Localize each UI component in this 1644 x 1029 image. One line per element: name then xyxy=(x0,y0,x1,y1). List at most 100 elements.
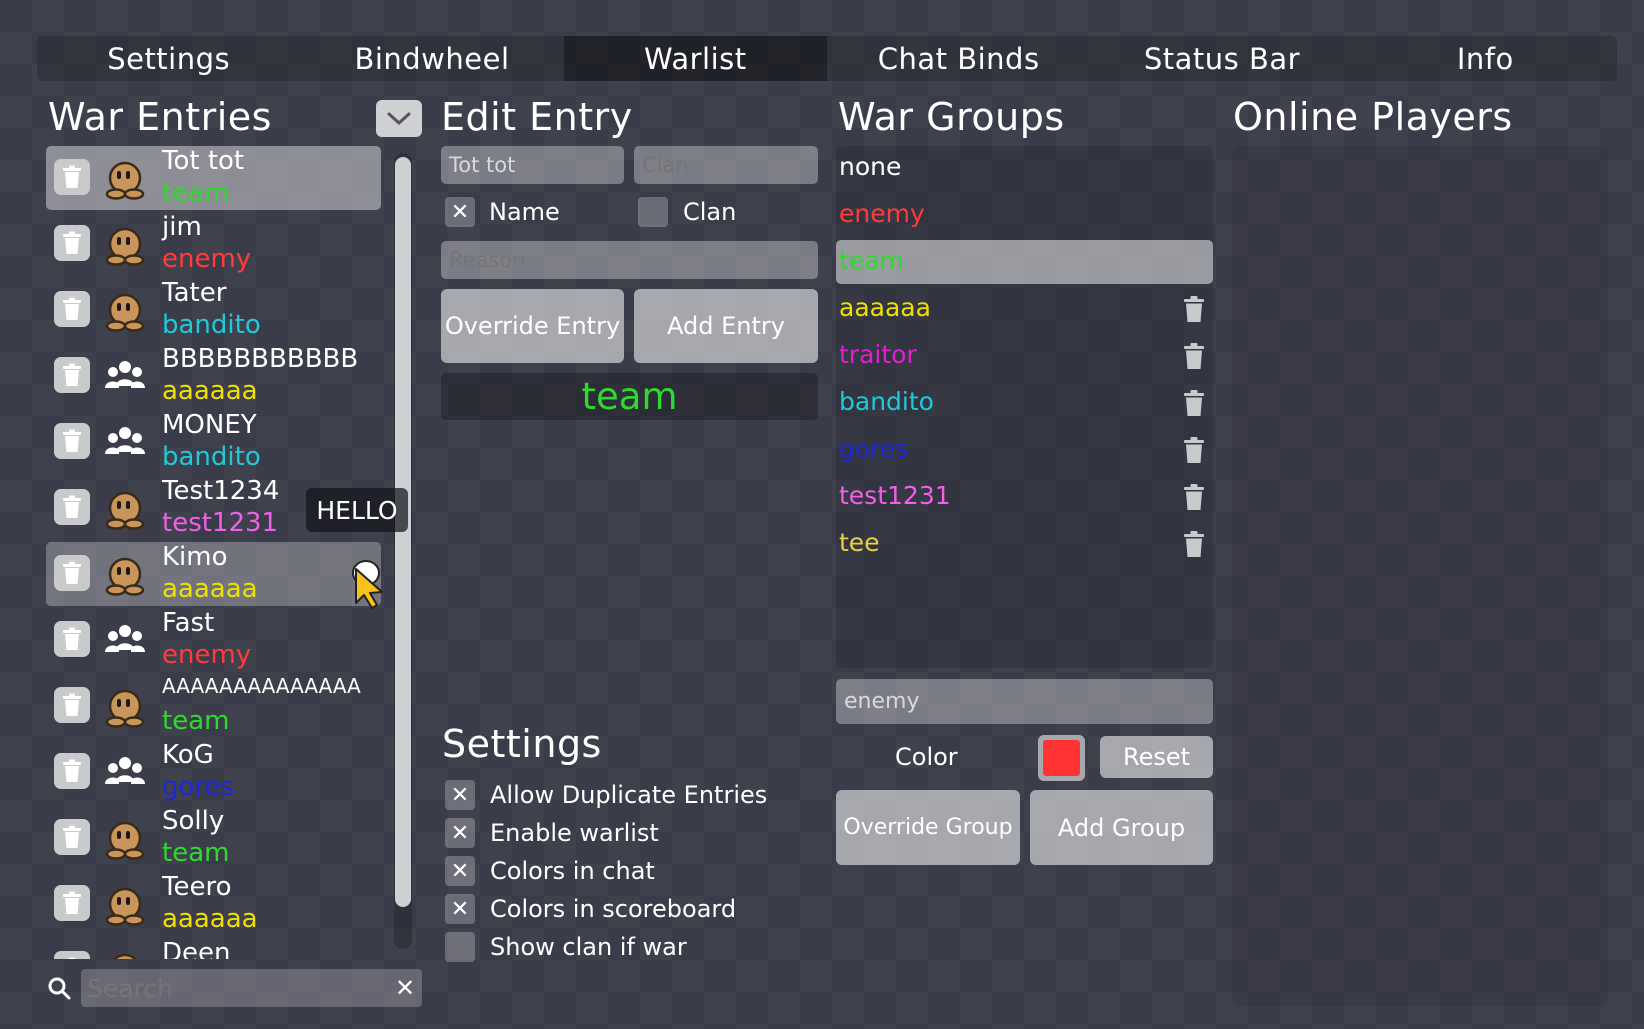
override-entry-button[interactable]: Override Entry xyxy=(441,289,624,363)
tab-warlist[interactable]: Warlist xyxy=(563,36,827,81)
reset-color-button[interactable]: Reset xyxy=(1100,736,1213,778)
entry-name-input[interactable] xyxy=(441,146,624,184)
setting-checkbox[interactable]: ✕ xyxy=(445,856,475,886)
tee-avatar-icon xyxy=(104,950,146,959)
trash-icon[interactable] xyxy=(1183,530,1205,558)
group-name-input[interactable] xyxy=(836,679,1213,724)
tab-settings[interactable]: Settings xyxy=(37,36,300,81)
war-group-row[interactable]: test1231 xyxy=(836,475,1213,519)
trash-icon[interactable] xyxy=(54,687,90,723)
add-entry-button[interactable]: Add Entry xyxy=(634,289,818,363)
war-group-row[interactable]: gores xyxy=(836,428,1213,472)
tab-status-bar[interactable]: Status Bar xyxy=(1090,36,1353,81)
entry-group: enemy xyxy=(162,640,252,670)
war-groups-list[interactable]: none enemy team aaaaaa traitor bandito gores te… xyxy=(836,146,1213,668)
name-checkbox[interactable]: ✕ xyxy=(445,197,475,227)
search-icon xyxy=(48,977,71,1000)
setting-checkbox[interactable] xyxy=(445,932,475,962)
tee-avatar-icon xyxy=(104,158,146,200)
online-players-list[interactable] xyxy=(1232,146,1608,1006)
war-entry-row[interactable]: Tater bandito xyxy=(46,278,381,342)
war-entry-row[interactable]: AAAAAAAAAAAAAA team xyxy=(46,674,381,738)
war-groups-title: War Groups xyxy=(838,95,1065,139)
entry-name: Deen xyxy=(162,938,231,959)
trash-icon[interactable] xyxy=(54,753,90,789)
war-group-row[interactable]: team xyxy=(836,240,1213,284)
trash-icon[interactable] xyxy=(1183,342,1205,370)
tab-chat-binds[interactable]: Chat Binds xyxy=(827,36,1090,81)
entry-group: team xyxy=(162,838,230,868)
group-name: test1231 xyxy=(839,481,951,510)
setting-checkbox[interactable]: ✕ xyxy=(445,780,475,810)
war-group-row[interactable]: aaaaaa xyxy=(836,287,1213,331)
search-input[interactable] xyxy=(81,969,422,1007)
reason-input[interactable] xyxy=(441,241,818,279)
entry-clan-input[interactable] xyxy=(634,146,818,184)
war-group-row[interactable]: tee xyxy=(836,522,1213,566)
entry-group-preview: team xyxy=(441,373,818,420)
war-group-row[interactable]: bandito xyxy=(836,381,1213,425)
entry-group: gores xyxy=(162,772,235,802)
war-entries-list[interactable]: Tot tot team jim enemy Tater bandito BBBBBBBBB… xyxy=(44,146,422,959)
trash-icon[interactable] xyxy=(54,621,90,657)
entry-group: aaaaaa xyxy=(162,376,258,406)
trash-icon[interactable] xyxy=(1183,483,1205,511)
sort-dropdown-button[interactable] xyxy=(376,100,422,137)
trash-icon[interactable] xyxy=(1183,389,1205,417)
war-entry-row[interactable]: MONEY bandito xyxy=(46,410,381,474)
trash-icon[interactable] xyxy=(54,423,90,459)
trash-icon[interactable] xyxy=(54,291,90,327)
group-name: tee xyxy=(839,528,880,557)
war-entry-row[interactable]: jim enemy xyxy=(46,212,381,276)
trash-icon[interactable] xyxy=(54,555,90,591)
trash-icon[interactable] xyxy=(54,225,90,261)
trash-icon[interactable] xyxy=(54,885,90,921)
override-group-button[interactable]: Override Group xyxy=(836,790,1020,865)
entry-name: Test1234 xyxy=(162,476,280,506)
entry-name: Teero xyxy=(162,872,232,902)
clan-checkbox[interactable] xyxy=(638,197,668,227)
war-entry-row[interactable]: Solly team xyxy=(46,806,381,870)
entry-group: team xyxy=(162,178,230,208)
war-group-row[interactable]: traitor xyxy=(836,334,1213,378)
war-entry-row[interactable]: BBBBBBBBBBB aaaaaa xyxy=(46,344,381,408)
tab-bindwheel[interactable]: Bindwheel xyxy=(300,36,563,81)
trash-icon[interactable] xyxy=(54,357,90,393)
clear-search-icon[interactable]: ✕ xyxy=(390,972,420,1004)
war-entry-row[interactable]: Kimo aaaaaa xyxy=(46,542,381,606)
mouse-cursor-icon xyxy=(352,560,383,609)
war-entry-row[interactable]: KoG gores xyxy=(46,740,381,804)
entry-group: team xyxy=(162,706,230,736)
group-name: enemy xyxy=(839,199,925,228)
people-group-icon xyxy=(104,422,146,464)
trash-icon[interactable] xyxy=(54,159,90,195)
online-players-title: Online Players xyxy=(1233,95,1513,139)
trash-icon[interactable] xyxy=(54,489,90,525)
war-group-row[interactable]: enemy xyxy=(836,193,1213,237)
tab-bar: Settings Bindwheel Warlist Chat Binds St… xyxy=(37,36,1617,81)
people-group-icon xyxy=(104,356,146,398)
trash-icon[interactable] xyxy=(1183,436,1205,464)
group-name: bandito xyxy=(839,387,934,416)
edit-entry-title: Edit Entry xyxy=(441,95,633,139)
scrollbar-thumb[interactable] xyxy=(395,157,411,907)
people-group-icon xyxy=(104,752,146,794)
tab-info[interactable]: Info xyxy=(1354,36,1617,81)
setting-checkbox[interactable]: ✕ xyxy=(445,818,475,848)
setting-checkbox[interactable]: ✕ xyxy=(445,894,475,924)
add-group-button[interactable]: Add Group xyxy=(1030,790,1213,865)
war-entry-row[interactable]: Tot tot team xyxy=(46,146,381,210)
war-entry-row[interactable]: Teero aaaaaa xyxy=(46,872,381,936)
color-picker-swatch[interactable] xyxy=(1038,735,1085,781)
trash-icon[interactable] xyxy=(54,819,90,855)
tee-avatar-icon xyxy=(104,554,146,596)
war-entry-row[interactable]: Deen xyxy=(46,938,381,959)
clan-checkbox-label: Clan xyxy=(683,198,737,226)
tee-avatar-icon xyxy=(104,686,146,728)
people-group-icon xyxy=(104,620,146,662)
entry-name: jim xyxy=(162,212,202,242)
trash-icon[interactable] xyxy=(54,951,90,959)
war-group-row[interactable]: none xyxy=(836,146,1213,190)
trash-icon[interactable] xyxy=(1183,295,1205,323)
war-entry-row[interactable]: Fast enemy xyxy=(46,608,381,672)
